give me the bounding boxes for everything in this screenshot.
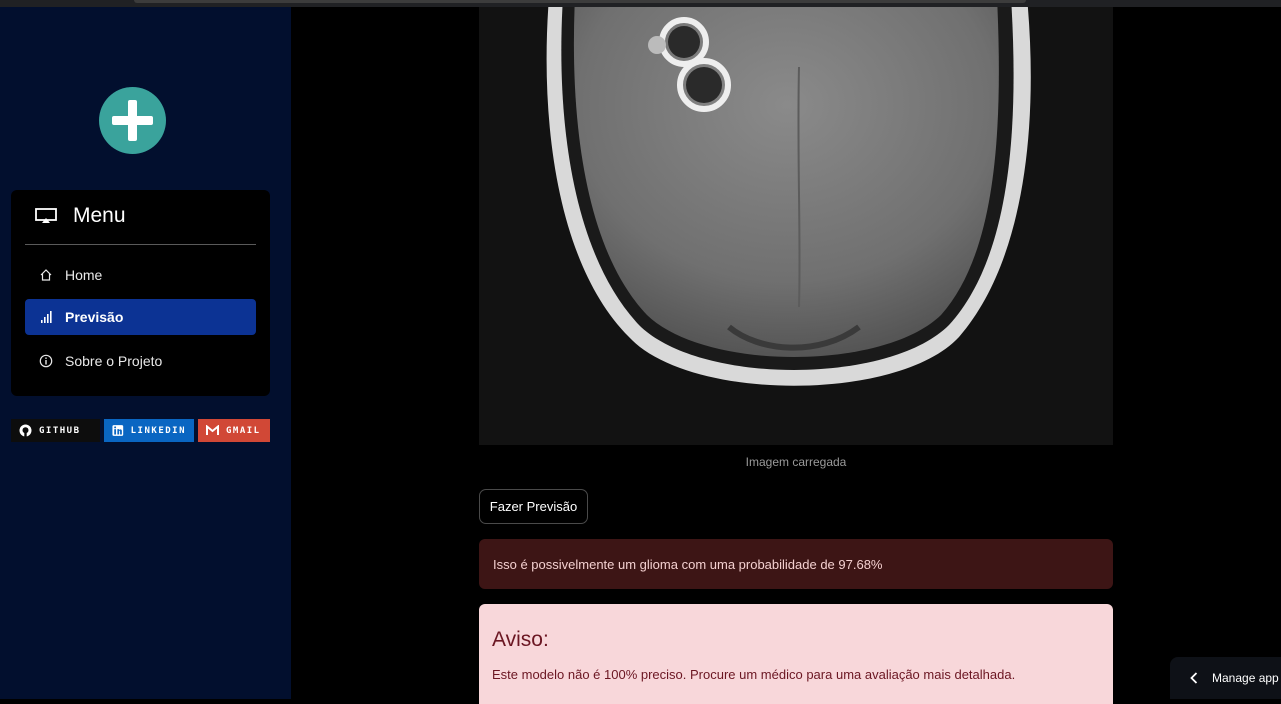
main-content: Imagem carregada Fazer Previsão Isso é p…	[291, 7, 1281, 704]
manage-app-label: Manage app	[1212, 671, 1279, 685]
menu-card: Menu Home Previsão Sobre o Projeto	[11, 190, 270, 396]
manage-app-button[interactable]: Manage app	[1170, 657, 1281, 699]
menu-divider	[25, 244, 256, 245]
menu-header: Menu	[35, 204, 126, 228]
github-badge[interactable]: GITHUB	[11, 419, 100, 442]
prediction-result-text: Isso é possivelmente um glioma com uma p…	[493, 556, 883, 572]
badge-label: GMAIL	[226, 425, 261, 436]
gmail-badge[interactable]: GMAIL	[198, 419, 270, 442]
prediction-result-alert: Isso é possivelmente um glioma com uma p…	[479, 539, 1113, 589]
browser-top-bar	[0, 0, 1281, 7]
sidebar-item-home[interactable]: Home	[25, 257, 256, 293]
linkedin-badge[interactable]: LINKEDIN	[104, 419, 194, 442]
screen-cast-icon	[35, 208, 57, 223]
gmail-icon	[206, 425, 219, 435]
bar-chart-icon	[41, 311, 52, 323]
sidebar-item-label: Previsão	[65, 309, 124, 325]
badge-label: LINKEDIN	[130, 425, 186, 436]
info-icon	[39, 354, 53, 368]
uploaded-mri-image	[479, 7, 1113, 445]
image-caption: Imagem carregada	[745, 455, 847, 469]
chevron-left-icon	[1190, 672, 1198, 684]
sidebar-item-label: Home	[65, 267, 103, 283]
sidebar-item-sobre[interactable]: Sobre o Projeto	[25, 343, 256, 379]
linkedin-icon	[112, 425, 124, 436]
warning-title: Aviso:	[492, 628, 549, 651]
browser-tab-strip	[134, 0, 1026, 3]
warning-text: Este modelo não é 100% preciso. Procure …	[492, 667, 1016, 682]
social-badges: GITHUB LINKEDIN GMAIL	[11, 419, 270, 442]
house-icon	[40, 269, 52, 281]
sidebar-item-previsao[interactable]: Previsão	[25, 299, 256, 335]
github-icon	[19, 424, 32, 437]
menu-title: Menu	[73, 204, 126, 227]
warning-box: Aviso: Este modelo não é 100% preciso. P…	[479, 604, 1113, 704]
plus-circle-icon	[99, 87, 166, 154]
sidebar: Menu Home Previsão Sobre o Projeto GITHU…	[0, 7, 291, 699]
badge-label: GITHUB	[39, 425, 81, 436]
predict-button[interactable]: Fazer Previsão	[479, 489, 588, 524]
sidebar-item-label: Sobre o Projeto	[65, 353, 163, 369]
